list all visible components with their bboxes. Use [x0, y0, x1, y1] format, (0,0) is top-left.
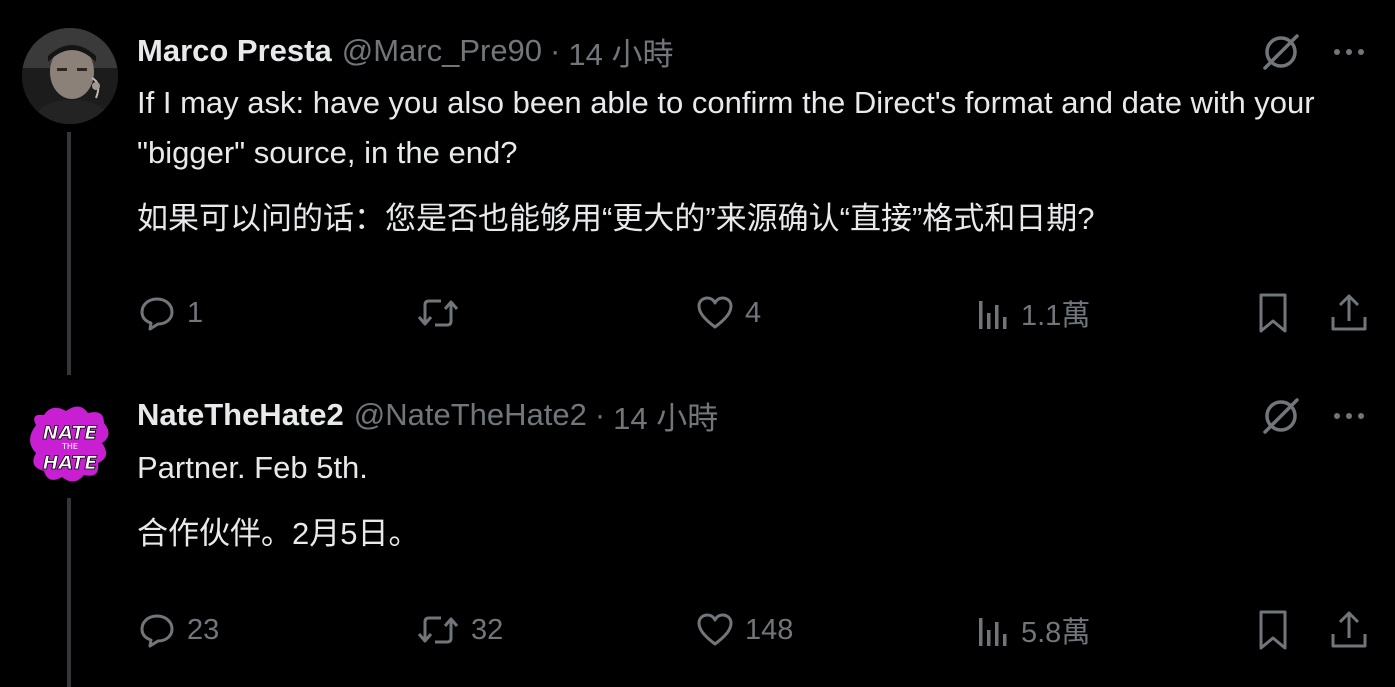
bookmark-icon [1253, 291, 1293, 335]
like-button[interactable]: 148 [695, 605, 793, 655]
retweet-button[interactable] [415, 288, 471, 338]
share-icon [1329, 291, 1369, 335]
svg-text:HATE: HATE [43, 452, 98, 474]
tweet-header: Marco Presta @Marc_Pre90 · 14 小時 [137, 29, 673, 73]
bookmark-button[interactable] [1253, 605, 1293, 655]
more-dots-icon[interactable] [1331, 396, 1367, 436]
like-count: 4 [745, 296, 762, 329]
tweet-top-icons [1259, 30, 1367, 74]
avatar-photo [22, 28, 118, 124]
reply-button[interactable]: 23 [137, 605, 219, 655]
more-dots-icon[interactable] [1331, 32, 1367, 72]
avatar[interactable]: NATE THE HATE [22, 395, 118, 491]
bar-chart-icon [975, 293, 1011, 333]
bar-chart-icon [975, 610, 1011, 650]
retweet-button[interactable]: 32 [415, 605, 503, 655]
svg-text:NATE: NATE [43, 422, 98, 444]
views-count: 5.8萬 [1021, 617, 1091, 649]
share-button[interactable] [1329, 288, 1369, 338]
tweet-header: NateTheHate2 @NateTheHate2 · 14 小時 [137, 393, 718, 437]
avatar-logo: NATE THE HATE [22, 395, 118, 491]
share-button[interactable] [1329, 605, 1369, 655]
slashed-circle-icon[interactable] [1259, 394, 1303, 438]
tweet-top-icons [1259, 394, 1367, 438]
reply-count: 23 [187, 613, 220, 646]
display-name[interactable]: Marco Presta [137, 33, 332, 69]
heart-icon [695, 293, 735, 333]
thread-connector-line [67, 132, 71, 375]
thread-connector-line [67, 498, 71, 687]
bookmark-button[interactable] [1253, 288, 1293, 338]
heart-icon [695, 610, 735, 650]
like-button[interactable]: 4 [695, 288, 761, 338]
tweet-text-original: Partner. Feb 5th. [137, 450, 368, 485]
action-bar: 23 32 148 5.8萬 [137, 605, 1369, 655]
retweet-icon [415, 610, 461, 650]
display-name[interactable]: NateTheHate2 [137, 397, 344, 433]
views-button[interactable]: 5.8萬 [975, 605, 1090, 655]
share-icon [1329, 608, 1369, 652]
views-button[interactable]: 1.1萬 [975, 288, 1090, 338]
tweet-text-translation: 合作伙伴。2月5日。 [137, 516, 420, 551]
tweet-text-original: If I may ask: have you also been able to… [137, 85, 1315, 170]
tweet-text-translation: 如果可以问的话：您是否也能够用“更大的”来源确认“直接”格式和日期? [137, 201, 1095, 236]
separator-dot: · [550, 33, 561, 68]
tweet-text: If I may ask: have you also been able to… [137, 78, 1377, 260]
tweet-marco-presta[interactable]: Marco Presta @Marc_Pre90 · 14 小時 If I ma… [0, 0, 1395, 375]
svg-text:THE: THE [61, 442, 78, 451]
separator-dot: · [594, 397, 606, 432]
reply-button[interactable]: 1 [137, 288, 203, 338]
bookmark-icon [1253, 608, 1293, 652]
like-count: 148 [745, 613, 794, 646]
user-handle[interactable]: @NateTheHate2 [354, 397, 587, 433]
timestamp[interactable]: 14 小時 [613, 393, 718, 438]
user-handle[interactable]: @Marc_Pre90 [342, 33, 542, 69]
timestamp[interactable]: 14 小時 [568, 29, 673, 74]
avatar[interactable] [22, 28, 118, 124]
reply-bubble-icon [137, 293, 177, 333]
tweet-text: Partner. Feb 5th. 合作伙伴。2月5日。 [137, 443, 1377, 575]
retweet-icon [415, 293, 461, 333]
retweet-count: 32 [471, 613, 504, 646]
action-bar: 1 4 1.1萬 [137, 288, 1369, 338]
slashed-circle-icon[interactable] [1259, 30, 1303, 74]
tweet-natethehate2[interactable]: NATE THE HATE NateTheHate2 @NateTheHate2… [0, 375, 1395, 687]
reply-count: 1 [187, 296, 204, 329]
reply-bubble-icon [137, 610, 177, 650]
views-count: 1.1萬 [1021, 300, 1091, 332]
